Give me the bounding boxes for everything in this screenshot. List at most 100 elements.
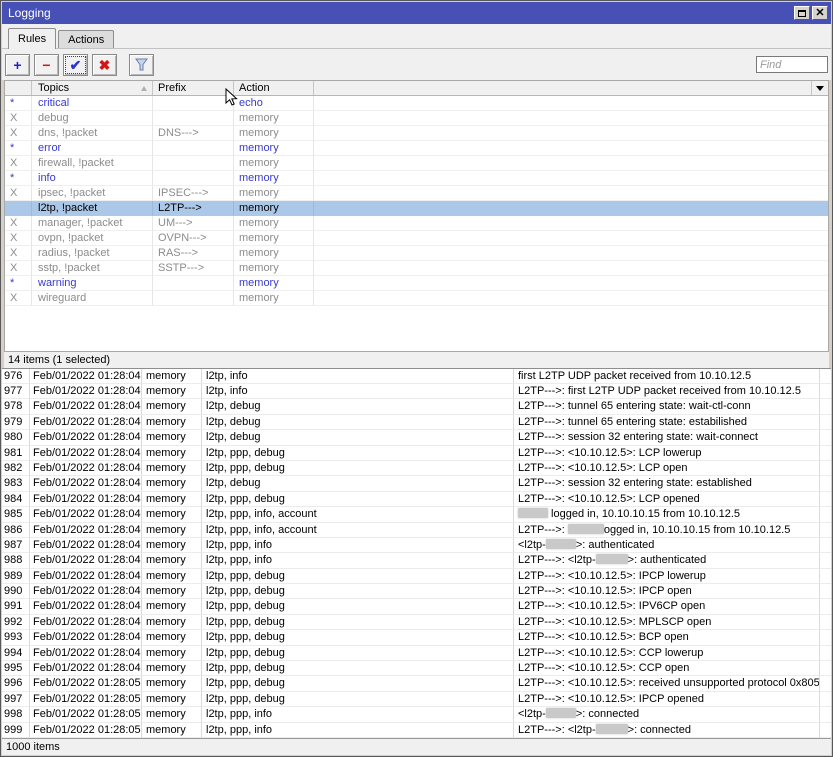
rules-row[interactable]: * critical echo bbox=[5, 96, 828, 111]
remove-button[interactable]: − bbox=[34, 53, 59, 76]
tab-actions-label: Actions bbox=[68, 34, 105, 46]
cell-prefix: DNS---> bbox=[153, 126, 234, 141]
log-message-text: L2TP--->: <l2tp- bbox=[518, 554, 596, 567]
tabstrip: Rules Actions bbox=[2, 24, 831, 49]
rules-row[interactable]: l2tp, !packet L2TP---> memory bbox=[5, 201, 828, 216]
rules-row[interactable]: Xdns, !packet DNS---> memory bbox=[5, 126, 828, 141]
log-row[interactable]: 976 Feb/01/2022 01:28:04 memory l2tp, info f… bbox=[2, 368, 831, 385]
cell-fill bbox=[314, 261, 828, 276]
log-cell-id: 993 bbox=[2, 630, 30, 646]
log-row[interactable]: 989 Feb/01/2022 01:28:04 memory l2tp, ppp, … bbox=[2, 568, 831, 585]
enable-button[interactable]: ✔ bbox=[63, 53, 88, 76]
log-message-text: L2TP--->: tunnel 65 entering state: wait… bbox=[518, 400, 751, 413]
remove-icon: − bbox=[42, 56, 51, 73]
log-row[interactable]: 983 Feb/01/2022 01:28:04 memory l2tp, debug… bbox=[2, 476, 831, 492]
log-message-text: <l2tp- bbox=[518, 708, 546, 721]
tab-rules[interactable]: Rules bbox=[8, 28, 57, 49]
cell-fill bbox=[314, 291, 828, 306]
column-header-prefix[interactable]: Prefix bbox=[153, 81, 234, 95]
log-row[interactable]: 985 Feb/01/2022 01:28:04 memory l2tp, ppp, … bbox=[2, 507, 831, 523]
cell-fill bbox=[314, 216, 828, 231]
log-row[interactable]: 984 Feb/01/2022 01:28:04 memory l2tp, ppp, … bbox=[2, 491, 831, 508]
log-cell-id: 984 bbox=[2, 491, 30, 508]
column-header-topics[interactable]: Topics bbox=[32, 81, 153, 95]
log-row[interactable]: 998 Feb/01/2022 01:28:05 memory l2tp, ppp, … bbox=[2, 707, 831, 723]
cell-prefix bbox=[153, 276, 234, 291]
log-cell-time: Feb/01/2022 01:28:04 bbox=[30, 661, 142, 677]
log-cell-message: L2TP--->: <10.10.12.5>: BCP open bbox=[514, 630, 820, 646]
log-row[interactable]: 992 Feb/01/2022 01:28:04 memory l2tp, ppp, … bbox=[2, 614, 831, 631]
log-cell-time: Feb/01/2022 01:28:04 bbox=[30, 491, 142, 508]
rules-row[interactable]: Xipsec, !packet IPSEC---> memory bbox=[5, 186, 828, 201]
add-button[interactable]: + bbox=[5, 53, 30, 76]
log-row[interactable]: 979 Feb/01/2022 01:28:04 memory l2tp, debug… bbox=[2, 414, 831, 431]
log-row[interactable]: 993 Feb/01/2022 01:28:04 memory l2tp, ppp, … bbox=[2, 630, 831, 646]
log-cell-id: 978 bbox=[2, 399, 30, 415]
disable-button[interactable]: ✖ bbox=[92, 53, 117, 76]
log-row[interactable]: 982 Feb/01/2022 01:28:04 memory l2tp, ppp, … bbox=[2, 460, 831, 477]
rules-row[interactable]: * info memory bbox=[5, 171, 828, 186]
cell-fill bbox=[314, 201, 828, 216]
cell-prefix: OVPN---> bbox=[153, 231, 234, 246]
log-row[interactable]: 990 Feb/01/2022 01:28:04 memory l2tp, ppp, … bbox=[2, 584, 831, 600]
log-message-text: first L2TP UDP packet received from 10.1… bbox=[518, 369, 752, 382]
find-input[interactable] bbox=[756, 56, 828, 73]
rules-row[interactable]: * error memory bbox=[5, 141, 828, 156]
rules-row[interactable]: Xwireguard memory bbox=[5, 291, 828, 306]
log-row[interactable]: 978 Feb/01/2022 01:28:04 memory l2tp, debug… bbox=[2, 399, 831, 415]
column-header-action-label: Action bbox=[239, 82, 270, 94]
cell-flag: X bbox=[5, 231, 32, 246]
log-row[interactable]: 980 Feb/01/2022 01:28:04 memory l2tp, debug… bbox=[2, 430, 831, 446]
log-message-text: logged in, 10.10.10.15 from 10.10.12.5 bbox=[548, 508, 741, 521]
close-button[interactable]: ✕ bbox=[812, 6, 828, 20]
log-cell-tail bbox=[820, 692, 831, 708]
log-row[interactable]: 987 Feb/01/2022 01:28:04 memory l2tp, ppp, … bbox=[2, 537, 831, 554]
log-row[interactable]: 981 Feb/01/2022 01:28:04 memory l2tp, ppp, … bbox=[2, 445, 831, 461]
column-header-action[interactable]: Action bbox=[234, 81, 314, 95]
log-cell-topics: l2tp, ppp, info bbox=[202, 553, 514, 569]
column-header-topics-label: Topics bbox=[38, 82, 70, 94]
filter-button[interactable] bbox=[129, 53, 154, 76]
log-message-text: L2TP--->: <10.10.12.5>: MPLSCP open bbox=[518, 615, 712, 628]
log-cell-topics: l2tp, debug bbox=[202, 476, 514, 492]
log-row[interactable]: 988 Feb/01/2022 01:28:04 memory l2tp, ppp, … bbox=[2, 553, 831, 569]
log-cell-buf: memory bbox=[142, 399, 202, 415]
rules-row[interactable]: Xradius, !packet RAS---> memory bbox=[5, 246, 828, 261]
log-row[interactable]: 999 Feb/01/2022 01:28:05 memory l2tp, ppp, … bbox=[2, 722, 831, 738]
log-row[interactable]: 977 Feb/01/2022 01:28:04 memory l2tp, info L… bbox=[2, 384, 831, 400]
cell-action: memory bbox=[234, 111, 314, 126]
column-header-flags[interactable] bbox=[5, 81, 32, 95]
log-row[interactable]: 997 Feb/01/2022 01:28:05 memory l2tp, ppp, … bbox=[2, 691, 831, 708]
log-row[interactable]: 991 Feb/01/2022 01:28:04 memory l2tp, ppp, … bbox=[2, 599, 831, 615]
column-select-button[interactable] bbox=[811, 81, 828, 95]
log-message-text: <l2tp- bbox=[518, 538, 546, 551]
log-cell-tail bbox=[820, 584, 831, 600]
cell-fill bbox=[314, 141, 828, 156]
log-row[interactable]: 995 Feb/01/2022 01:28:04 memory l2tp, ppp, … bbox=[2, 661, 831, 677]
log-row[interactable]: 986 Feb/01/2022 01:28:04 memory l2tp, ppp, … bbox=[2, 522, 831, 538]
log-cell-message: L2TP--->: <10.10.12.5>: LCP lowerup bbox=[514, 445, 820, 461]
log-message-text: L2TP--->: <10.10.12.5>: IPCP lowerup bbox=[518, 569, 706, 582]
log-cell-message: L2TP--->: <10.10.12.5>: IPCP opened bbox=[514, 691, 820, 708]
rules-row[interactable]: Xfirewall, !packet memory bbox=[5, 156, 828, 171]
cell-topics: warning bbox=[32, 276, 153, 291]
rules-row[interactable]: Xovpn, !packet OVPN---> memory bbox=[5, 231, 828, 246]
maximize-button[interactable] bbox=[794, 6, 810, 20]
log-row[interactable]: 994 Feb/01/2022 01:28:04 memory l2tp, ppp, … bbox=[2, 645, 831, 662]
cell-topics: ipsec, !packet bbox=[32, 186, 153, 201]
log-cell-id: 977 bbox=[2, 384, 30, 400]
log-cell-message: L2TP--->: <10.10.12.5>: MPLSCP open bbox=[514, 614, 820, 631]
tab-actions[interactable]: Actions bbox=[58, 30, 115, 48]
rules-row[interactable]: Xsstp, !packet SSTP---> memory bbox=[5, 261, 828, 276]
cell-prefix bbox=[153, 96, 234, 111]
log-cell-topics: l2tp, ppp, info bbox=[202, 537, 514, 554]
log-cell-topics: l2tp, ppp, debug bbox=[202, 645, 514, 662]
log-row[interactable]: 996 Feb/01/2022 01:28:05 memory l2tp, ppp, … bbox=[2, 676, 831, 692]
cell-prefix: IPSEC---> bbox=[153, 186, 234, 201]
redaction-box bbox=[595, 554, 628, 565]
toolbar: + − ✔ ✖ bbox=[2, 49, 831, 80]
log-cell-topics: l2tp, ppp, debug bbox=[202, 614, 514, 631]
rules-row[interactable]: Xmanager, !packet UM---> memory bbox=[5, 216, 828, 231]
rules-row[interactable]: Xdebug memory bbox=[5, 111, 828, 126]
rules-row[interactable]: * warning memory bbox=[5, 276, 828, 291]
